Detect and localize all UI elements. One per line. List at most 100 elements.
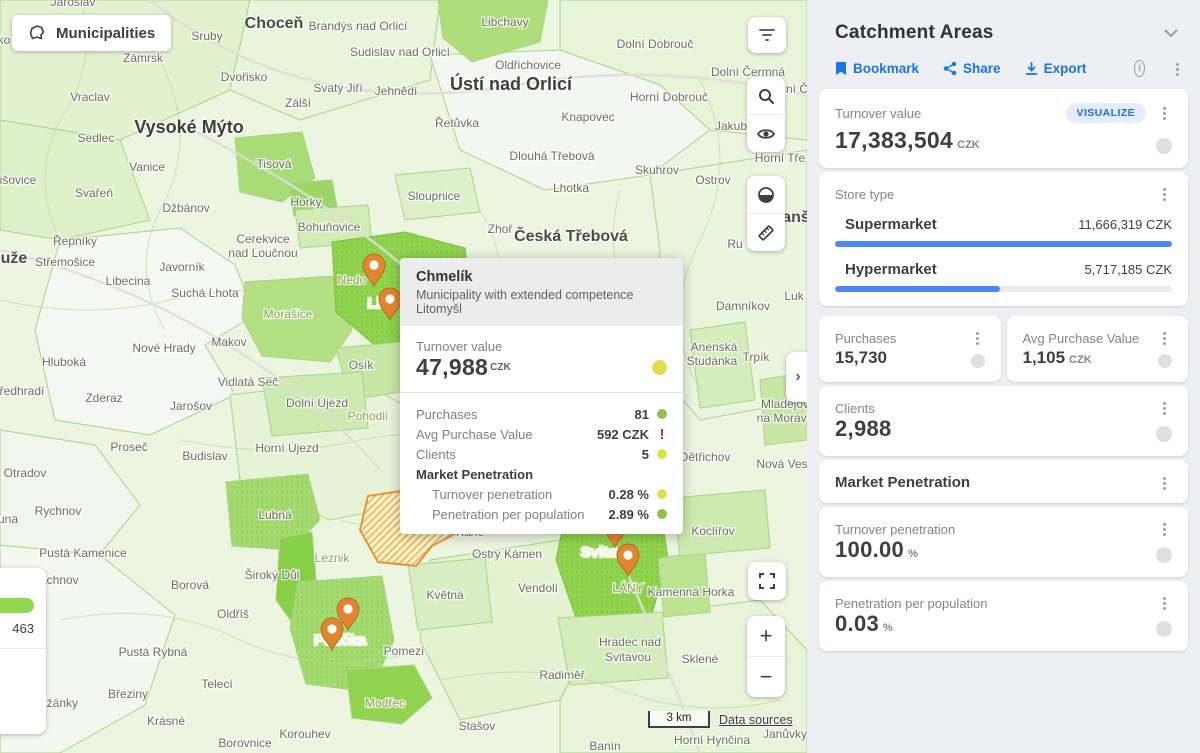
map-label: Telecí	[201, 677, 233, 691]
map-label: Pustá Rybná	[119, 645, 188, 659]
store-type-label: Store type	[835, 187, 1156, 202]
map-label: Jakub	[715, 119, 747, 133]
popup-metric-row: Purchases81	[416, 404, 667, 424]
metric-value: 5	[642, 447, 649, 462]
map-label: Dlouhá Třebová	[509, 149, 594, 163]
store-type-name: Hypermarket	[835, 261, 1085, 278]
map-label: Svatý Jiří	[313, 81, 363, 95]
turnover-penetration-menu-icon[interactable]	[1156, 521, 1172, 537]
map-label: Tisová	[257, 157, 292, 171]
legend-card[interactable]: 463	[0, 568, 46, 734]
popup-subtitle: Municipality with extended competence Li…	[416, 288, 667, 316]
popup-turnover-label: Turnover value	[416, 339, 667, 354]
chevron-down-icon[interactable]	[1164, 29, 1178, 38]
store-type-row: Hypermarket 5,717,185 CZK	[835, 261, 1172, 292]
map-view-controls	[747, 77, 785, 152]
map-label: Horky	[290, 195, 321, 209]
fullscreen-icon[interactable]	[748, 562, 786, 600]
data-sources-link[interactable]: Data sources	[719, 713, 793, 727]
status-dot	[657, 509, 667, 519]
bookmark-button[interactable]: Bookmark	[835, 61, 919, 76]
avg-purchase-menu-icon[interactable]	[1156, 330, 1172, 346]
filter-icon[interactable]	[748, 17, 786, 53]
map-label: Nedo	[338, 273, 367, 287]
info-icon[interactable]: i	[1134, 60, 1145, 77]
map-label: Trpík	[743, 350, 771, 364]
measure-button[interactable]	[747, 213, 785, 251]
map-label: Lhotka	[553, 181, 589, 195]
penetration-per-population-card: Penetration per population 0.03 %	[819, 581, 1188, 651]
map-label: Zálší	[285, 96, 312, 110]
municipalities-button[interactable]: Municipalities	[12, 15, 171, 51]
turnover-penetration-card: Turnover penetration 100.00 %	[819, 507, 1188, 577]
municipality-popup: Chmelík Municipality with extended compe…	[400, 258, 683, 534]
map-label: Horní Tře	[755, 151, 806, 165]
ruler-icon	[756, 223, 776, 243]
store-type-row: Supermarket 11,666,319 CZK	[835, 216, 1172, 247]
map-label: Otradov	[4, 466, 47, 480]
collapse-panel-button[interactable]: ›	[786, 352, 807, 402]
map-label: Jaroslav	[51, 0, 96, 9]
panel-menu-icon[interactable]	[1169, 61, 1178, 77]
map-label: išovice	[0, 173, 37, 187]
map-area[interactable]: JaroslavkoSrubyChoceňBrandýs nad OrlicíS…	[0, 0, 807, 753]
penetration-per-population-menu-icon[interactable]	[1156, 595, 1172, 611]
map-label: Pohodlí	[348, 409, 389, 423]
contrast-button[interactable]	[747, 176, 785, 213]
turnover-card: Turnover value VISUALIZE 17,383,504 CZK	[819, 89, 1188, 168]
zoom-controls: + −	[747, 616, 785, 697]
map-label: Budislav	[182, 449, 227, 463]
fullscreen-button[interactable]	[748, 562, 786, 600]
map-label: Suchá Lhota	[171, 286, 239, 300]
filter-button[interactable]	[748, 17, 786, 53]
zoom-in-button[interactable]: +	[747, 616, 785, 656]
popup-header: Chmelík Municipality with extended compe…	[400, 258, 683, 326]
store-type-menu-icon[interactable]	[1156, 186, 1172, 202]
map-label: Vanice	[129, 160, 165, 174]
map-label: Pustá Kamenice	[39, 546, 127, 560]
map-label: ředhradí	[0, 384, 45, 398]
map-label: Dolní Dobrouč	[617, 37, 694, 51]
map-label: Studánka	[687, 354, 738, 368]
share-button[interactable]: Share	[943, 61, 1001, 76]
turnover-menu-icon[interactable]	[1156, 105, 1172, 121]
search-button[interactable]	[747, 77, 785, 114]
purchases-card: Purchases 15,730	[819, 316, 1001, 382]
map-label: Březiny	[108, 687, 148, 701]
map-label: Morašice	[264, 307, 313, 321]
map-label: Jarošov	[170, 399, 212, 413]
map-label: Ostrov	[695, 173, 730, 187]
map-label: Osík	[349, 358, 375, 372]
map-label: Široký Důl	[245, 567, 300, 582]
visibility-button[interactable]	[747, 114, 785, 152]
clients-label: Clients	[835, 401, 1156, 416]
market-penetration-menu-icon[interactable]	[1156, 475, 1172, 491]
penetration-per-population-unit: %	[883, 622, 893, 634]
export-button[interactable]: Export	[1025, 61, 1087, 76]
map-label: Sruby	[191, 29, 222, 43]
map-label: Dětřichov	[680, 450, 731, 464]
map-label: Janůvky	[763, 727, 807, 741]
status-dot	[1156, 621, 1172, 637]
map-label: Ru	[727, 237, 742, 251]
map-label: Ústí nad Orlicí	[450, 73, 573, 94]
purchases-menu-icon[interactable]	[969, 330, 985, 346]
map-label: Makov	[211, 335, 246, 349]
popup-section-title: Market Penetration	[416, 464, 667, 484]
zoom-out-button[interactable]: −	[747, 656, 785, 697]
map-label: Javorník	[159, 260, 205, 274]
avg-purchase-value: 1,105	[1023, 348, 1066, 368]
map-label: Hradec nad	[599, 635, 661, 649]
map-label: Zámrsk	[123, 51, 164, 65]
map-label: Horní Dobrouč	[630, 90, 708, 104]
map-label: uže	[1, 250, 28, 267]
store-type-value: 5,717,185 CZK	[1085, 262, 1172, 277]
region-shape-icon	[28, 24, 46, 42]
penetration-per-population-label: Penetration per population	[835, 596, 1156, 611]
map-label: Dvořisko	[221, 70, 268, 84]
map-label: Svařeň	[75, 186, 113, 200]
search-icon	[757, 87, 775, 105]
map-scale-bar: 3 km	[648, 711, 710, 728]
visualize-badge[interactable]: VISUALIZE	[1066, 103, 1146, 123]
clients-menu-icon[interactable]	[1156, 400, 1172, 416]
